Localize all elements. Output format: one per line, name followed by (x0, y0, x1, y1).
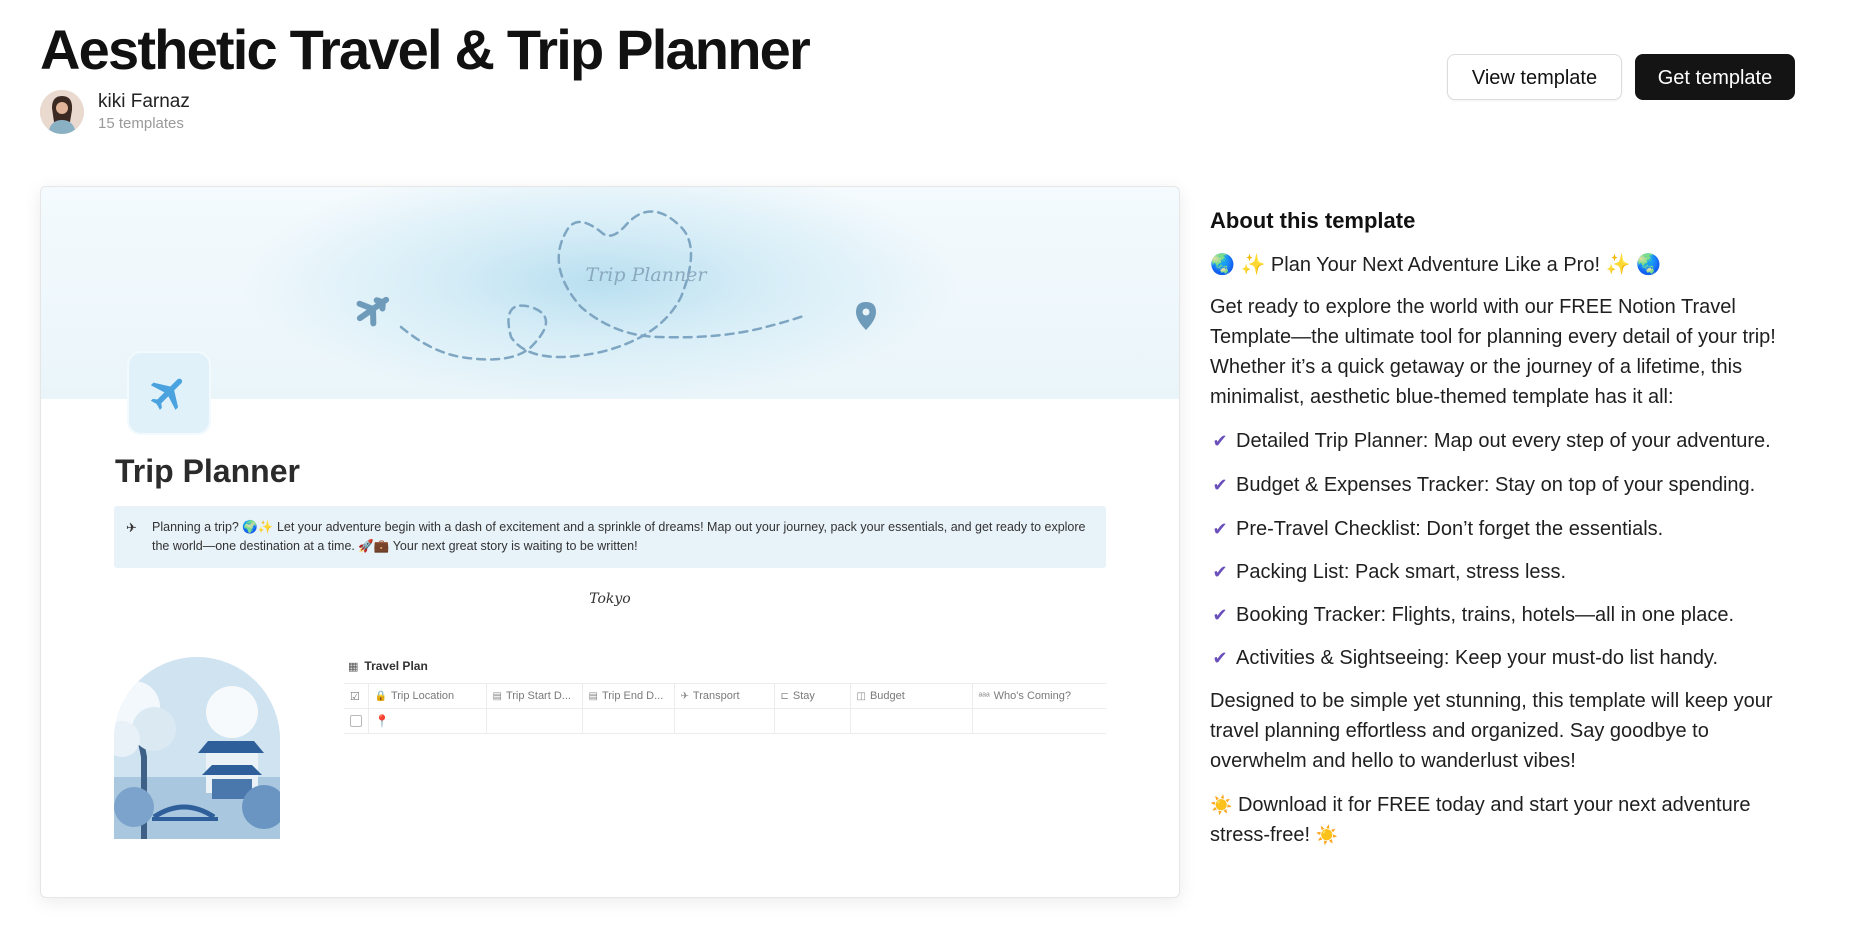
author-template-count: 15 templates (98, 115, 184, 132)
checkmark-icon: ✔ (1212, 431, 1228, 451)
people-icon: ᵃᵃᵃ (978, 691, 990, 702)
bed-icon: ⊏ (780, 691, 789, 702)
column-trip-start-date[interactable]: ▤ Trip Start D... (485, 683, 582, 709)
pin-icon: 📍 (374, 714, 390, 728)
column-budget[interactable]: ◫ Budget (849, 683, 972, 709)
about-cta: ☀️ Download it for FREE today and start … (1210, 794, 1751, 846)
about-closing: Designed to be simple yet stunning, this… (1210, 690, 1773, 772)
feature-item: ✔ Packing List: Pack smart, stress less. (1210, 557, 1810, 587)
author-name[interactable]: kiki Farnaz (98, 90, 190, 114)
feature-item: ✔ Activities & Sightseeing: Keep your mus… (1210, 643, 1810, 673)
feature-item: ✔ Pre-Travel Checklist: Don’t forget the … (1210, 514, 1810, 544)
about-heading: About this template (1210, 208, 1416, 233)
author-avatar[interactable] (40, 90, 84, 134)
column-transport[interactable]: ✈ Transport (673, 683, 774, 709)
money-icon: ◫ (856, 691, 866, 702)
travel-plan-table: ☑ 🔒 Trip Location ▤ Trip Start D... ▤ Trip … (344, 683, 1106, 734)
lock-icon: 🔒 (374, 691, 387, 702)
database-title[interactable]: ▦ Travel Plan (348, 657, 1106, 675)
table-icon: ▦ (348, 660, 359, 673)
calendar-icon: ▤ (492, 691, 502, 702)
page-title: Trip Planner (115, 453, 300, 489)
callout-text: Planning a trip? 🌍✨ Let your adventure b… (152, 520, 1086, 553)
checkmark-icon: ✔ (1212, 475, 1228, 495)
intro-callout: ✈ Planning a trip? 🌍✨ Let your adventure… (114, 506, 1106, 568)
travel-plan-database: ▦ Travel Plan ☑ 🔒 Trip Location ▤ Trip Sta… (344, 657, 1106, 734)
about-paragraph: Get ready to explore the world with our … (1210, 296, 1776, 408)
plane-icon: ✈ (680, 691, 689, 702)
column-trip-location[interactable]: 🔒 Trip Location (367, 683, 486, 709)
checkmark-icon: ✔ (1212, 605, 1228, 625)
sun-icon: ☀️ (1315, 825, 1339, 845)
location-pin-icon (856, 302, 876, 330)
row-checkbox[interactable] (350, 715, 362, 728)
airplane-icon (356, 296, 390, 327)
checkmark-icon: ✔ (1212, 562, 1228, 582)
checkbox-header-icon: ☑ (350, 690, 360, 703)
template-title: Aesthetic Travel & Trip Planner (40, 18, 811, 81)
calendar-icon: ▤ (588, 691, 598, 702)
about-section: About this template 🌏 ✨ Plan Your Next A… (1210, 206, 1810, 850)
column-checkbox-header[interactable]: ☑ (344, 683, 368, 709)
sun-icon: ☀️ (1210, 795, 1233, 815)
page-airplane-icon (127, 351, 211, 435)
tokyo-illustration (114, 657, 280, 839)
about-intro-line: 🌏 ✨ Plan Your Next Adventure Like a Pro!… (1210, 254, 1661, 276)
city-heading: Tokyo (589, 591, 631, 607)
column-stay[interactable]: ⊏ Stay (773, 683, 850, 709)
table-row[interactable]: 📍 (344, 708, 1106, 734)
get-template-button[interactable]: Get template (1635, 54, 1795, 100)
table-header-row: ☑ 🔒 Trip Location ▤ Trip Start D... ▤ Trip … (344, 683, 1106, 709)
checkmark-icon: ✔ (1212, 519, 1228, 539)
cover-image: Trip Planner (41, 187, 1179, 399)
column-trip-end-date[interactable]: ▤ Trip End D... (581, 683, 674, 709)
feature-item: ✔ Detailed Trip Planner: Map out every st… (1210, 426, 1810, 456)
database-title-text: Travel Plan (364, 659, 428, 673)
checkmark-icon: ✔ (1212, 648, 1228, 668)
view-template-button[interactable]: View template (1447, 54, 1622, 100)
template-preview: Trip Planner Trip Planner ✈ Planning a t… (40, 186, 1180, 898)
column-whos-coming[interactable]: ᵃᵃᵃ Who's Coming? (971, 683, 1106, 709)
cover-script-text: Trip Planner (585, 264, 708, 286)
feature-item: ✔ Booking Tracker: Flights, trains, hotel… (1210, 600, 1810, 630)
feature-item: ✔ Budget & Expenses Tracker: Stay on top … (1210, 470, 1810, 500)
callout-airplane-icon: ✈ (126, 520, 137, 535)
author-block[interactable]: kiki Farnaz 15 templates (40, 90, 190, 134)
